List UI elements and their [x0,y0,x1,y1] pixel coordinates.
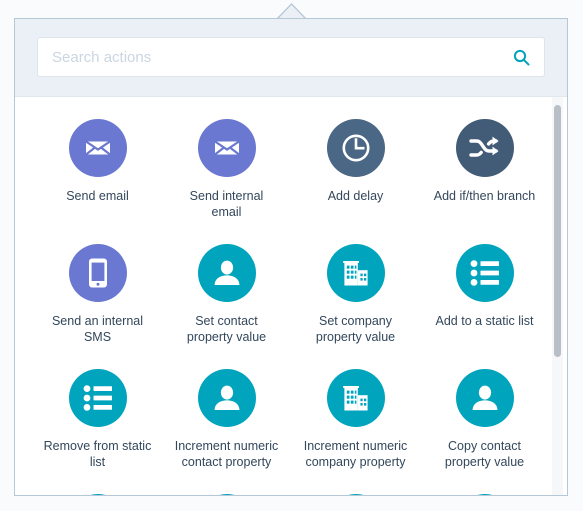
list-icon[interactable] [68,369,127,427]
action-item-label: Remove from static list [43,439,152,469]
action-item-label: Increment numeric contact property [174,439,279,469]
building-icon[interactable] [326,244,385,302]
action-item-label: Send an internal SMS [51,314,144,344]
action-item[interactable] [162,494,291,495]
action-item[interactable] [420,494,549,495]
action-item[interactable]: Increment numeric company property [291,369,420,494]
clock-icon[interactable] [326,119,385,177]
actions-scrollbar-track[interactable] [552,97,563,495]
building-icon[interactable] [326,369,385,427]
person-icon[interactable] [197,369,256,427]
action-item[interactable] [291,494,420,495]
action-item-label: Add if/then branch [433,189,536,203]
actions-scroll-area[interactable]: Send email Send internal email Add delay Ad… [15,97,567,495]
action-picker-popover-root: Send email Send internal email Add delay Ad… [0,0,583,511]
person-icon[interactable] [197,244,256,302]
action-item[interactable]: Send internal email [162,119,291,244]
action-item[interactable]: Send email [33,119,162,244]
action-item[interactable]: Set contact property value [162,244,291,369]
action-item[interactable] [33,494,162,495]
actions-scrollbar-thumb[interactable] [554,105,561,357]
action-item-label: Send internal email [189,189,264,219]
envelope-icon[interactable] [68,119,127,177]
action-item[interactable]: Send an internal SMS [33,244,162,369]
person-icon[interactable] [68,494,127,495]
action-item-label: Add to a static list [435,314,534,328]
list-icon[interactable] [197,494,256,495]
action-item-label: Copy contact property value [444,439,525,469]
person-icon[interactable] [455,494,514,495]
search-input[interactable] [38,38,544,76]
action-item[interactable]: Add to a static list [420,244,549,369]
search-box[interactable] [37,37,545,77]
action-item[interactable]: Copy contact property value [420,369,549,494]
shuffle-icon[interactable] [455,119,514,177]
action-item[interactable]: Remove from static list [33,369,162,494]
building-icon[interactable] [326,494,385,495]
person-icon[interactable] [455,369,514,427]
phone-icon[interactable] [68,244,127,302]
action-picker-popover: Send email Send internal email Add delay Ad… [14,18,568,496]
action-item-label: Send email [66,189,129,203]
actions-grid: Send email Send internal email Add delay Ad… [15,97,567,495]
list-icon[interactable] [455,244,514,302]
action-item-label: Set contact property value [186,314,267,344]
search-header [15,19,567,97]
search-icon[interactable] [512,48,530,66]
action-item-label: Set company property value [315,314,396,344]
action-item-label: Increment numeric company property [303,439,408,469]
action-item[interactable]: Add if/then branch [420,119,549,244]
action-item[interactable]: Increment numeric contact property [162,369,291,494]
action-item[interactable]: Add delay [291,119,420,244]
action-item[interactable]: Set company property value [291,244,420,369]
envelope-icon[interactable] [197,119,256,177]
action-item-label: Add delay [327,189,384,203]
